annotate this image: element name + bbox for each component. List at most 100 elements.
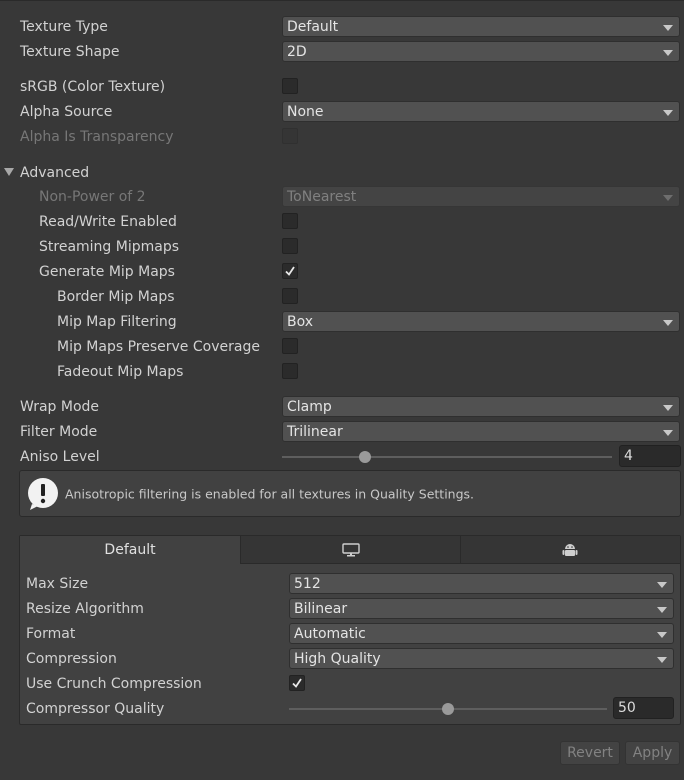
fadeout-mip-maps-checkbox[interactable] bbox=[282, 363, 298, 379]
compression-dropdown[interactable]: High Quality bbox=[289, 648, 674, 669]
texture-type-row: Texture Type Default bbox=[0, 14, 684, 39]
chevron-down-icon bbox=[663, 25, 673, 31]
generate-mip-maps-row: Generate Mip Maps bbox=[0, 259, 684, 284]
texture-type-label: Texture Type bbox=[20, 18, 108, 35]
chevron-down-icon bbox=[663, 195, 673, 201]
preserve-coverage-checkbox[interactable] bbox=[282, 338, 298, 354]
filter-mode-row: Filter Mode Trilinear bbox=[0, 419, 684, 444]
aniso-slider-thumb[interactable] bbox=[358, 451, 371, 463]
chevron-down-icon bbox=[663, 50, 673, 56]
help-box: Anisotropic filtering is enabled for all… bbox=[19, 470, 681, 517]
checkmark-icon bbox=[285, 266, 295, 276]
non-power-of-2-value: ToNearest bbox=[287, 188, 357, 205]
mip-map-filtering-dropdown[interactable]: Box bbox=[282, 311, 680, 332]
compressor-quality-slider-thumb[interactable] bbox=[442, 703, 454, 715]
texture-type-dropdown[interactable]: Default bbox=[282, 16, 680, 37]
filter-mode-dropdown[interactable]: Trilinear bbox=[282, 421, 680, 442]
aniso-level-value: 4 bbox=[624, 448, 633, 464]
foldout-arrow-icon bbox=[4, 168, 14, 176]
use-crunch-row: Use Crunch Compression bbox=[0, 671, 684, 696]
read-write-row: Read/Write Enabled bbox=[0, 209, 684, 234]
chevron-down-icon bbox=[657, 632, 667, 638]
streaming-mipmaps-checkbox[interactable] bbox=[282, 238, 298, 254]
chevron-down-icon bbox=[663, 405, 673, 411]
aniso-level-input[interactable]: 4 bbox=[619, 445, 681, 467]
border-mip-maps-row: Border Mip Maps bbox=[0, 284, 684, 309]
mip-map-filtering-label: Mip Map Filtering bbox=[57, 313, 177, 330]
format-dropdown[interactable]: Automatic bbox=[289, 623, 674, 644]
generate-mip-maps-label: Generate Mip Maps bbox=[39, 263, 175, 280]
alpha-source-label: Alpha Source bbox=[20, 103, 113, 120]
non-power-of-2-row: Non-Power of 2 ToNearest bbox=[0, 184, 684, 209]
tab-standalone[interactable] bbox=[241, 536, 461, 564]
aniso-slider-track[interactable] bbox=[282, 456, 612, 458]
texture-shape-label: Texture Shape bbox=[20, 43, 120, 60]
apply-button-label: Apply bbox=[632, 745, 673, 761]
non-power-of-2-label: Non-Power of 2 bbox=[39, 188, 146, 205]
advanced-foldout[interactable]: Advanced bbox=[0, 160, 684, 185]
streaming-mipmaps-row: Streaming Mipmaps bbox=[0, 234, 684, 259]
srgb-row: sRGB (Color Texture) bbox=[0, 74, 684, 99]
chevron-down-icon bbox=[657, 607, 667, 613]
chevron-down-icon bbox=[663, 430, 673, 436]
warning-info-icon bbox=[28, 478, 58, 510]
use-crunch-label: Use Crunch Compression bbox=[26, 675, 202, 692]
checkmark-icon bbox=[292, 678, 302, 688]
filter-mode-label: Filter Mode bbox=[20, 423, 98, 440]
compressor-quality-label: Compressor Quality bbox=[26, 700, 165, 717]
wrap-mode-row: Wrap Mode Clamp bbox=[0, 394, 684, 419]
alpha-source-dropdown[interactable]: None bbox=[282, 101, 680, 122]
resize-algorithm-dropdown[interactable]: Bilinear bbox=[289, 598, 674, 619]
alpha-source-value: None bbox=[287, 103, 324, 120]
texture-shape-row: Texture Shape 2D bbox=[0, 39, 684, 64]
format-value: Automatic bbox=[294, 625, 366, 642]
mip-map-filtering-row: Mip Map Filtering Box bbox=[0, 309, 684, 334]
wrap-mode-dropdown[interactable]: Clamp bbox=[282, 396, 680, 417]
srgb-checkbox[interactable] bbox=[282, 78, 298, 94]
texture-shape-dropdown[interactable]: 2D bbox=[282, 41, 680, 62]
format-label: Format bbox=[26, 625, 76, 642]
advanced-label: Advanced bbox=[20, 164, 90, 181]
compression-label: Compression bbox=[26, 650, 117, 667]
format-row: Format Automatic bbox=[0, 621, 684, 646]
compressor-quality-input[interactable]: 50 bbox=[613, 697, 674, 719]
resize-algorithm-value: Bilinear bbox=[294, 600, 348, 617]
chevron-down-icon bbox=[657, 582, 667, 588]
max-size-dropdown[interactable]: 512 bbox=[289, 573, 674, 594]
preserve-coverage-label: Mip Maps Preserve Coverage bbox=[57, 338, 260, 355]
read-write-label: Read/Write Enabled bbox=[39, 213, 177, 230]
texture-type-value: Default bbox=[287, 18, 339, 35]
aniso-level-label: Aniso Level bbox=[20, 448, 100, 465]
filter-mode-value: Trilinear bbox=[287, 423, 343, 440]
generate-mip-maps-checkbox[interactable] bbox=[282, 263, 298, 279]
alpha-is-transparency-checkbox bbox=[282, 128, 298, 144]
chevron-down-icon bbox=[663, 320, 673, 326]
wrap-mode-label: Wrap Mode bbox=[20, 398, 100, 415]
revert-button-label: Revert bbox=[567, 745, 613, 761]
apply-button[interactable]: Apply bbox=[625, 741, 680, 765]
monitor-icon bbox=[342, 543, 360, 557]
fadeout-mip-maps-row: Fadeout Mip Maps bbox=[0, 359, 684, 384]
tab-default[interactable]: Default bbox=[20, 536, 241, 564]
mip-map-filtering-value: Box bbox=[287, 313, 314, 330]
border-mip-maps-checkbox[interactable] bbox=[282, 288, 298, 304]
max-size-row: Max Size 512 bbox=[0, 571, 684, 596]
fadeout-mip-maps-label: Fadeout Mip Maps bbox=[57, 363, 184, 380]
non-power-of-2-dropdown: ToNearest bbox=[282, 186, 680, 207]
wrap-mode-value: Clamp bbox=[287, 398, 332, 415]
compressor-quality-row: Compressor Quality 50 bbox=[0, 696, 684, 721]
border-mip-maps-label: Border Mip Maps bbox=[57, 288, 175, 305]
srgb-label: sRGB (Color Texture) bbox=[20, 78, 166, 95]
use-crunch-checkbox[interactable] bbox=[289, 675, 305, 691]
revert-button[interactable]: Revert bbox=[560, 741, 620, 765]
tab-android[interactable] bbox=[461, 536, 680, 564]
read-write-checkbox[interactable] bbox=[282, 213, 298, 229]
chevron-down-icon bbox=[657, 657, 667, 663]
help-box-text: Anisotropic filtering is enabled for all… bbox=[65, 486, 475, 501]
max-size-label: Max Size bbox=[26, 575, 89, 592]
chevron-down-icon bbox=[663, 110, 673, 116]
compression-row: Compression High Quality bbox=[0, 646, 684, 671]
android-icon bbox=[562, 544, 578, 556]
tab-default-label: Default bbox=[104, 542, 156, 558]
alpha-source-row: Alpha Source None bbox=[0, 99, 684, 124]
